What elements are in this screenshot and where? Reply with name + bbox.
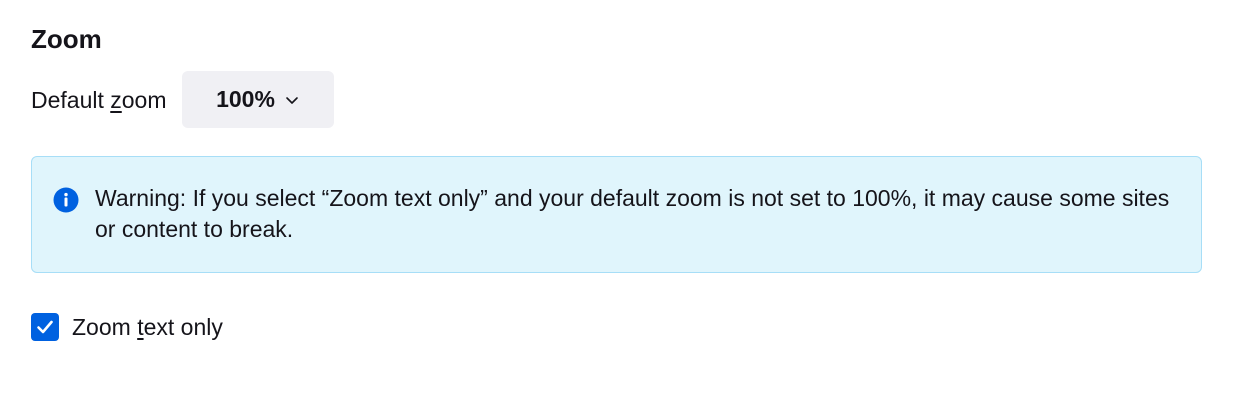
warning-message: Warning: If you select “Zoom text only” … [95, 185, 1170, 242]
default-zoom-value: 100% [216, 86, 275, 112]
info-icon [53, 187, 79, 213]
zoom-section: Zoom Default zoom 100% Warning: If you s… [0, 0, 1245, 400]
chevron-down-icon [286, 96, 298, 104]
checkmark-icon [37, 320, 53, 333]
default-zoom-label: Default zoom [31, 86, 167, 113]
section-title: Zoom [31, 24, 102, 54]
default-zoom-select[interactable]: 100% [181, 71, 334, 128]
zoom-text-only-checkbox[interactable] [31, 312, 59, 341]
zoom-text-only-label: Zoom text only [72, 313, 223, 340]
zoom-text-only-row[interactable]: Zoom text only [31, 311, 223, 342]
zoom-warning-box: Warning: If you select “Zoom text only” … [31, 156, 1202, 273]
default-zoom-row: Default zoom 100% [31, 71, 334, 128]
